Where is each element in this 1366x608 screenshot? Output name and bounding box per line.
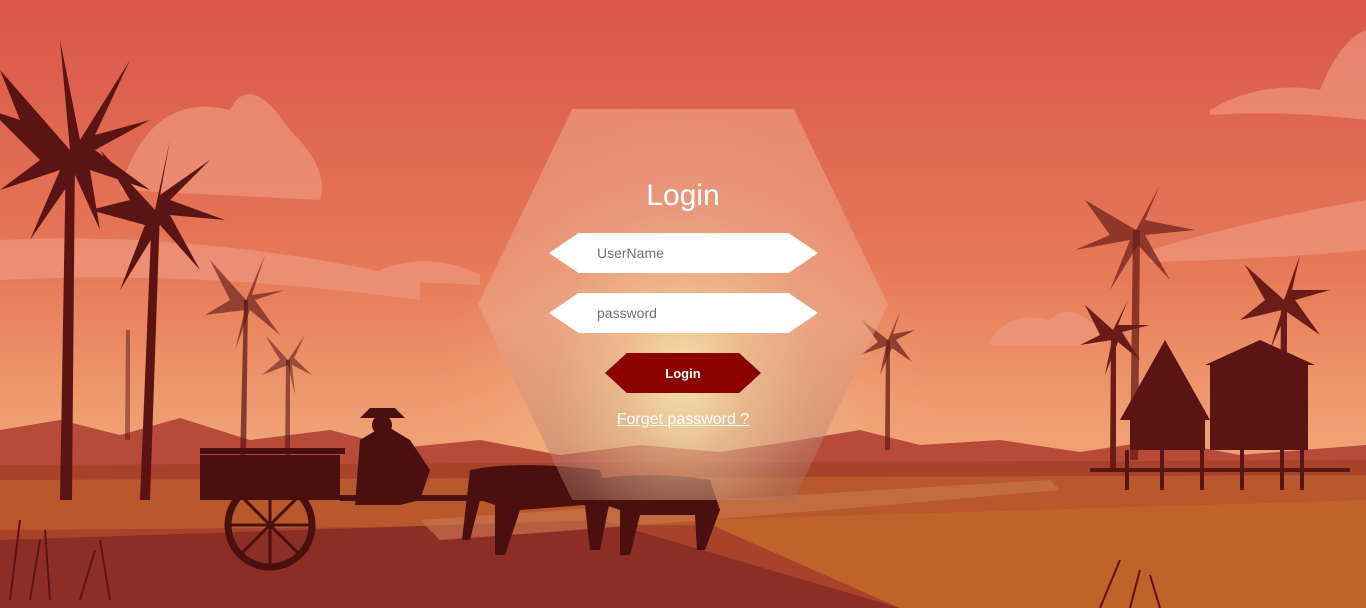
password-input[interactable] bbox=[597, 293, 787, 333]
forgot-password-link[interactable]: Forget password ? bbox=[0, 411, 1366, 429]
login-title: Login bbox=[646, 179, 720, 212]
password-field[interactable] bbox=[549, 293, 818, 333]
username-input[interactable] bbox=[597, 233, 787, 273]
username-field[interactable] bbox=[549, 233, 818, 273]
login-button[interactable]: Login bbox=[605, 353, 761, 393]
